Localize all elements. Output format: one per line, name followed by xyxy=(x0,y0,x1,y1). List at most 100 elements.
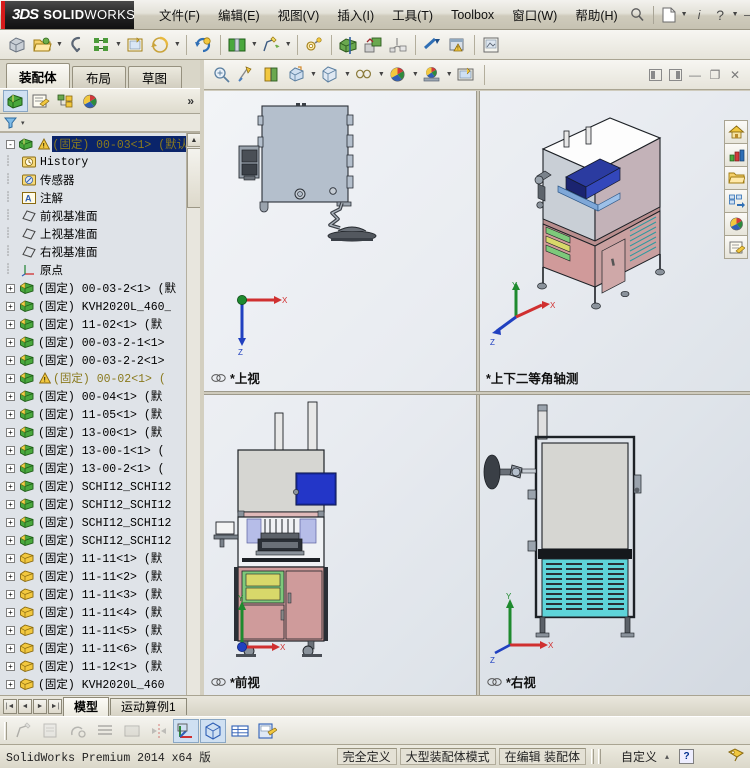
feature-tree-item[interactable]: + (固定) KVH2020L_460 xyxy=(0,675,186,693)
feature-tree-item[interactable]: + (固定) 11-11<3> (默 xyxy=(0,585,186,603)
menu-insert[interactable]: 插入(I) xyxy=(328,2,383,27)
isometric-view-icon[interactable] xyxy=(200,718,226,743)
expand-icon[interactable]: + xyxy=(6,553,15,563)
design-library-icon[interactable] xyxy=(724,189,748,213)
expand-icon[interactable]: + xyxy=(6,427,15,437)
filter-icon[interactable] xyxy=(4,116,20,129)
mate-icon[interactable] xyxy=(361,33,385,57)
feature-tree-root[interactable]: -! (固定) 00-03<1> (默认 xyxy=(0,135,186,153)
minimize-button[interactable]: — xyxy=(740,5,750,25)
expand-icon[interactable]: + xyxy=(6,301,15,311)
save-sheet-icon[interactable] xyxy=(254,719,280,743)
next-icon[interactable]: ► xyxy=(33,698,47,714)
smart-dimension-icon[interactable] xyxy=(65,719,91,743)
viewport-right[interactable]: Y X Z *右视 xyxy=(480,395,750,695)
expand-icon[interactable]: + xyxy=(6,607,15,617)
edit-dropdown-caret[interactable]: ▼ xyxy=(251,41,258,48)
menu-window[interactable]: 窗口(W) xyxy=(503,2,566,27)
table-icon[interactable] xyxy=(227,719,253,743)
menu-view[interactable]: 视图(V) xyxy=(269,2,329,27)
feature-tree-item[interactable]: + (固定) 13-00-2<1> ( xyxy=(0,459,186,477)
display-caret[interactable]: ▼ xyxy=(344,71,351,78)
menu-file[interactable]: 文件(F) xyxy=(150,2,209,27)
edit-sketch-icon[interactable] xyxy=(11,719,37,743)
feature-tree-item[interactable]: +! (固定) 00-02<1> ( xyxy=(0,369,186,387)
feature-tree-item[interactable]: + (固定) 13-00-1<1> ( xyxy=(0,441,186,459)
previous-icon[interactable]: ◄ xyxy=(18,698,32,714)
last-icon[interactable]: ►| xyxy=(48,698,62,714)
tree-filter-bar[interactable]: ▾ xyxy=(0,114,200,132)
tree-vertical-scrollbar[interactable]: ▲ ▼ xyxy=(186,133,200,730)
viewport-isometric[interactable]: Y X Z *上下二等角轴测 xyxy=(480,91,750,391)
viewport-canvas[interactable]: X Z *上视 Y X Z *上下二等角轴测 Y X *前视 Y X Z *右视 xyxy=(204,91,750,695)
home-icon[interactable] xyxy=(724,120,748,144)
expand-icon[interactable]: + xyxy=(6,679,15,689)
expand-icon[interactable]: + xyxy=(6,571,15,581)
interference-icon[interactable] xyxy=(420,33,444,57)
expand-icon[interactable]: + xyxy=(6,283,15,293)
feature-tree-item[interactable]: + (固定) 11-11<2> (默 xyxy=(0,567,186,585)
minimize-icon[interactable]: — xyxy=(685,65,705,85)
display-manager-icon[interactable] xyxy=(78,90,103,112)
feature-tree-item[interactable]: + (固定) 11-02<1> (默 xyxy=(0,315,186,333)
panel-tab-sketch[interactable]: 草图 xyxy=(127,66,182,88)
feature-tree-item[interactable]: + (固定) 13-00<1> (默 xyxy=(0,423,186,441)
sketch-dropdown-caret[interactable]: ▼ xyxy=(285,41,292,48)
customize-caret[interactable]: ▴ xyxy=(665,752,669,761)
info-icon[interactable]: i xyxy=(689,4,710,25)
hide-show-icon[interactable] xyxy=(352,63,376,87)
tag-icon[interactable] xyxy=(727,748,744,765)
configuration-manager-icon[interactable] xyxy=(53,90,78,112)
scene-icon[interactable] xyxy=(420,63,444,87)
feature-tree-item[interactable]: + (固定) 11-05<1> (默 xyxy=(0,405,186,423)
exploded-view-icon[interactable] xyxy=(386,33,410,57)
feature-tree-item[interactable]: ┊ 上视基准面 xyxy=(0,225,186,243)
expand-panel-chevron[interactable]: » xyxy=(187,94,194,108)
scroll-up-button[interactable]: ▲ xyxy=(187,133,200,147)
expand-icon[interactable]: + xyxy=(6,445,15,455)
status-help-icon[interactable]: ? xyxy=(679,749,694,764)
feature-tree-item[interactable]: + (固定) SCHI12_SCHI12 xyxy=(0,531,186,549)
panel-tab-layout[interactable]: 布局 xyxy=(71,66,126,88)
bottom-tab-motion[interactable]: 运动算例1 xyxy=(110,697,187,715)
feature-tree-item[interactable]: ┊ 传感器 xyxy=(0,171,186,189)
menu-help[interactable]: 帮助(H) xyxy=(566,2,626,27)
scene-caret[interactable]: ▼ xyxy=(446,71,453,78)
zoom-to-area-icon[interactable] xyxy=(234,63,258,87)
menu-tools[interactable]: 工具(T) xyxy=(383,2,442,27)
hide-caret[interactable]: ▼ xyxy=(378,71,385,78)
section-view-icon[interactable] xyxy=(336,33,360,57)
expand-icon[interactable]: + xyxy=(6,391,15,401)
feature-tree[interactable]: -! (固定) 00-03<1> (默认 ┊ History ┊ 传感器 ┊ A 注解 ┊ 前视基准… xyxy=(0,132,200,743)
feature-tree-item[interactable]: + (固定) SCHI12_SCHI12 xyxy=(0,513,186,531)
menu-toolbox[interactable]: Toolbox xyxy=(442,5,503,25)
new-document-caret[interactable]: ▼ xyxy=(681,11,688,18)
drawing-icon[interactable] xyxy=(479,33,503,57)
expand-icon[interactable]: + xyxy=(6,625,15,635)
view-settings-icon[interactable] xyxy=(454,63,478,87)
save-icon[interactable] xyxy=(64,33,88,57)
feature-tree-item[interactable]: + (固定) 11-11<6> (默 xyxy=(0,639,186,657)
reference-geometry-icon[interactable] xyxy=(173,718,199,743)
edit-component-icon[interactable] xyxy=(225,33,249,57)
viewport-horizontal-divider[interactable] xyxy=(204,391,750,395)
appearance-icon[interactable] xyxy=(386,63,410,87)
restore-icon[interactable]: ❐ xyxy=(705,65,725,85)
edit-part-icon[interactable] xyxy=(38,719,64,743)
previous-view-icon[interactable] xyxy=(259,63,283,87)
print-icon[interactable] xyxy=(89,33,113,57)
orientation-caret[interactable]: ▼ xyxy=(310,71,317,78)
expand-icon[interactable]: + xyxy=(6,409,15,419)
feature-tree-item[interactable]: + (固定) 11-11<1> (默 xyxy=(0,549,186,567)
help-icon[interactable]: ? xyxy=(710,4,731,25)
resources-icon[interactable] xyxy=(724,143,748,167)
measure-icon[interactable] xyxy=(302,33,326,57)
feature-tree-item[interactable]: + (固定) 11-11<5> (默 xyxy=(0,621,186,639)
feature-tree-item[interactable]: + (固定) 00-04<1> (默 xyxy=(0,387,186,405)
file-explorer-icon[interactable] xyxy=(724,166,748,190)
new-sketch-icon[interactable] xyxy=(259,33,283,57)
expand-icon[interactable]: + xyxy=(6,499,15,509)
print-preview-icon[interactable] xyxy=(123,33,147,57)
close-icon[interactable]: ✕ xyxy=(725,65,745,85)
open-folder-icon[interactable] xyxy=(30,33,54,57)
